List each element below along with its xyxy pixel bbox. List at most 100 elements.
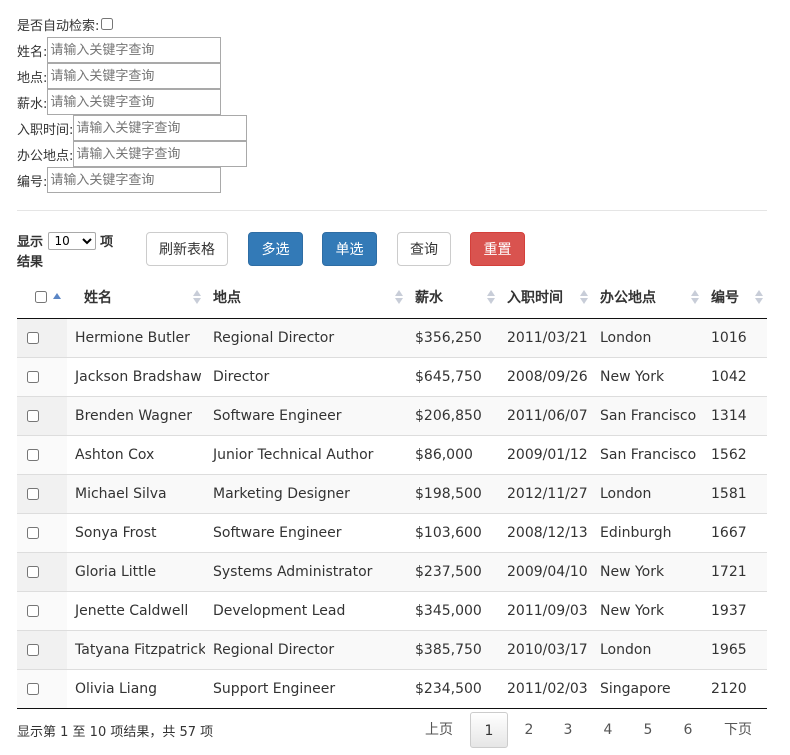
pagination-page-5[interactable]: 5 <box>631 712 665 748</box>
table-row[interactable]: Jenette Caldwell Development Lead $345,0… <box>17 590 767 630</box>
sort-asc-icon <box>53 293 61 300</box>
cell-office: London <box>592 318 703 357</box>
row-checkbox[interactable] <box>27 682 39 695</box>
row-select-cell <box>17 668 67 708</box>
row-checkbox[interactable] <box>27 370 39 383</box>
row-checkbox[interactable] <box>27 526 39 539</box>
row-checkbox[interactable] <box>27 448 39 461</box>
cell-start-date: 2012/11/27 <box>499 473 592 513</box>
single-select-button[interactable]: 单选 <box>322 232 377 266</box>
table-row[interactable]: Michael Silva Marketing Designer $198,50… <box>17 473 767 513</box>
pagination-page-3[interactable]: 3 <box>551 712 585 748</box>
cell-id: 2120 <box>703 668 767 708</box>
auto-search-checkbox[interactable] <box>101 18 114 30</box>
filter-label-id: 编号: <box>17 174 48 190</box>
filter-input-id[interactable] <box>47 167 222 193</box>
select-all-checkbox[interactable] <box>35 291 47 304</box>
filter-label-start-date: 入职时间: <box>17 122 74 138</box>
sort-icon <box>193 290 201 306</box>
pagination-page-4[interactable]: 4 <box>591 712 625 748</box>
table-row[interactable]: Sonya Frost Software Engineer $103,600 2… <box>17 512 767 552</box>
sort-icon <box>691 290 699 306</box>
sort-icon <box>580 290 588 306</box>
refresh-table-button[interactable]: 刷新表格 <box>146 232 228 266</box>
row-checkbox[interactable] <box>27 487 39 500</box>
reset-button[interactable]: 重置 <box>470 232 525 266</box>
cell-salary: $645,750 <box>407 356 499 396</box>
cell-salary: $237,500 <box>407 551 499 591</box>
column-header-office[interactable]: 办公地点 <box>592 277 703 319</box>
filter-row-salary: 薪水: <box>17 89 247 115</box>
select-all-header[interactable] <box>17 277 67 319</box>
row-select-cell <box>17 356 67 396</box>
filter-label-position: 地点: <box>17 70 48 86</box>
table-row[interactable]: Gloria Little Systems Administrator $237… <box>17 551 767 591</box>
table-row[interactable]: Hermione Butler Regional Director $356,2… <box>17 318 767 357</box>
pagination-prev[interactable]: 上页 <box>418 712 460 748</box>
column-header-start-date[interactable]: 入职时间 <box>499 277 592 319</box>
length-prefix: 显示 <box>17 235 44 250</box>
cell-salary: $345,000 <box>407 590 499 630</box>
row-checkbox[interactable] <box>27 643 39 656</box>
pagination-page-1[interactable]: 1 <box>470 712 508 748</box>
column-header-position-label: 地点 <box>213 290 241 307</box>
page-length-control: 显示 10 项 结果 <box>17 232 127 273</box>
cell-start-date: 2009/04/10 <box>499 551 592 591</box>
table-row[interactable]: Ashton Cox Junior Technical Author $86,0… <box>17 434 767 474</box>
filter-input-name[interactable] <box>47 37 222 63</box>
pagination-next[interactable]: 下页 <box>716 712 760 748</box>
filter-input-position[interactable] <box>47 63 222 89</box>
pagination-page-2[interactable]: 2 <box>512 712 546 748</box>
cell-position: Regional Director <box>205 318 407 357</box>
filter-row-id: 编号: <box>17 167 247 193</box>
cell-start-date: 2011/09/03 <box>499 590 592 630</box>
column-header-name[interactable]: 姓名 <box>67 277 205 319</box>
cell-salary: $198,500 <box>407 473 499 513</box>
cell-id: 1721 <box>703 551 767 591</box>
table-row[interactable]: Olivia Liang Support Engineer $234,500 2… <box>17 668 767 708</box>
row-checkbox[interactable] <box>27 409 39 422</box>
row-checkbox[interactable] <box>27 565 39 578</box>
table-row[interactable]: Tatyana Fitzpatrick Regional Director $3… <box>17 629 767 669</box>
multi-select-button[interactable]: 多选 <box>248 232 303 266</box>
cell-name: Olivia Liang <box>67 668 205 708</box>
filter-label-office: 办公地点: <box>17 148 74 164</box>
filter-input-office[interactable] <box>73 141 248 167</box>
cell-salary: $356,250 <box>407 318 499 357</box>
filter-label-name: 姓名: <box>17 44 48 60</box>
cell-salary: $234,500 <box>407 668 499 708</box>
table-row[interactable]: Brenden Wagner Software Engineer $206,85… <box>17 395 767 435</box>
cell-office: New York <box>592 590 703 630</box>
cell-start-date: 2008/09/26 <box>499 356 592 396</box>
cell-id: 1562 <box>703 434 767 474</box>
row-select-cell <box>17 512 67 552</box>
cell-position: Regional Director <box>205 629 407 669</box>
row-checkbox[interactable] <box>27 331 39 344</box>
cell-salary: $206,850 <box>407 395 499 435</box>
query-button[interactable]: 查询 <box>397 232 451 266</box>
column-header-salary-label: 薪水 <box>415 290 443 307</box>
length-suffix-2: 结果 <box>17 255 44 270</box>
cell-id: 1667 <box>703 512 767 552</box>
section-divider <box>17 210 767 211</box>
filter-panel: 是否自动检索: 姓名: 地点: 薪水: 入职时间: 办公地点: 编号: <box>17 11 248 193</box>
cell-office: New York <box>592 356 703 396</box>
column-header-id[interactable]: 编号 <box>703 277 767 319</box>
row-select-cell <box>17 473 67 513</box>
filter-input-salary[interactable] <box>47 89 222 115</box>
pagination-page-6[interactable]: 6 <box>671 712 705 748</box>
column-header-salary[interactable]: 薪水 <box>407 277 499 319</box>
filter-input-start-date[interactable] <box>73 115 248 141</box>
cell-office: New York <box>592 551 703 591</box>
auto-search-label: 是否自动检索: <box>17 18 100 34</box>
column-header-office-label: 办公地点 <box>600 290 656 307</box>
cell-name: Ashton Cox <box>67 434 205 474</box>
cell-position: Director <box>205 356 407 396</box>
page-length-select[interactable]: 10 <box>47 232 96 250</box>
table-row[interactable]: Jackson Bradshaw Director $645,750 2008/… <box>17 356 767 396</box>
row-checkbox[interactable] <box>27 604 39 617</box>
row-select-cell <box>17 395 67 435</box>
cell-id: 1042 <box>703 356 767 396</box>
cell-name: Gloria Little <box>67 551 205 591</box>
column-header-position[interactable]: 地点 <box>205 277 407 319</box>
